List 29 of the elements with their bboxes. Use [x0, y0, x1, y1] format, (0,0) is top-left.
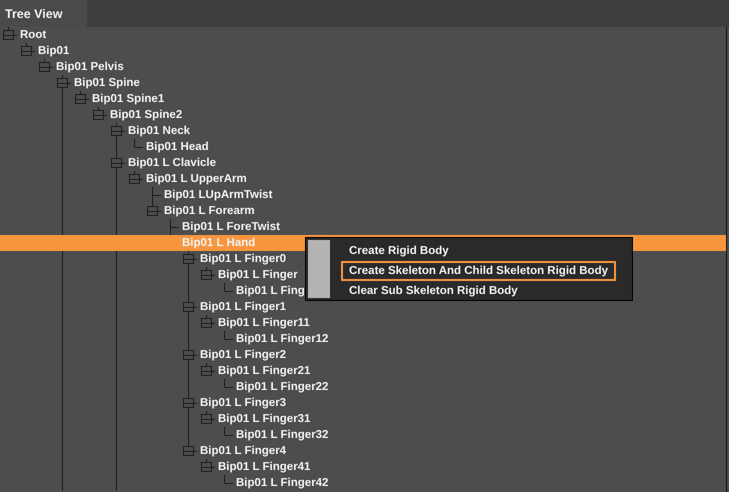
node-label: Bip01	[37, 44, 70, 59]
node-label: Bip01 L Finger3	[199, 396, 286, 411]
node-label: Bip01 L Finger1	[199, 300, 286, 315]
node-label: Bip01 Spine1	[91, 92, 164, 107]
node-label: Bip01 Spine	[73, 76, 140, 91]
node-label: Bip01 L UpperArm	[145, 172, 247, 187]
node-label: Bip01 L ForeTwist	[181, 220, 280, 235]
node-label: Bip01 Neck	[127, 124, 190, 139]
node-label: Bip01 L Finger32	[235, 428, 328, 443]
node-label: Bip01 L Finger12	[235, 332, 328, 347]
node-label: Bip01 L Finger2	[199, 348, 286, 363]
node-label: Bip01 L Clavicle	[127, 156, 216, 171]
node-label: Bip01 L Finger0	[199, 252, 286, 267]
node-label: Bip01 L Finger21	[217, 364, 310, 379]
node-label: Bip01 L Finger22	[235, 380, 328, 395]
node-label: Bip01 L Finger	[217, 268, 298, 283]
node-label: Bip01 L Finger4	[199, 444, 286, 459]
node-label: Bip01 L Forearm	[163, 204, 255, 219]
node-label: Bip01 L Finger11	[217, 316, 310, 331]
node-label: Bip01 L Fing	[235, 284, 305, 299]
node-label: Bip01 Spine2	[109, 108, 182, 123]
node-label: Root	[19, 28, 46, 43]
node-label: Bip01 Pelvis	[55, 60, 124, 75]
node-label: Bip01 LUpArmTwist	[163, 188, 272, 203]
node-label: Bip01 Head	[145, 140, 209, 155]
node-label: Bip01 L Finger41	[217, 460, 310, 475]
node-label: Bip01 L Finger42	[235, 476, 328, 491]
node-label: Bip01 L Hand	[181, 236, 256, 251]
node-label: Bip01 L Finger31	[217, 412, 310, 427]
